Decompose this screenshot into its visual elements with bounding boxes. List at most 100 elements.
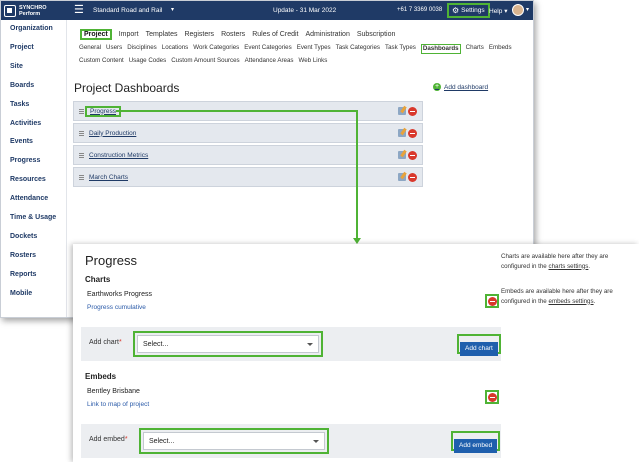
tab-rules-of-credit[interactable]: Rules of Credit [252,31,298,38]
gear-icon: ⚙ [452,6,460,15]
chevron-down-icon[interactable]: ▾ [171,6,174,13]
remove-chart-button[interactable] [485,294,499,308]
subtab-task-categories[interactable]: Task Categories [336,44,380,54]
chevron-down-icon: ▾ [504,8,508,15]
add-dashboard-link[interactable]: + Add dashboard [433,83,488,91]
dashboard-link-daily-production[interactable]: Daily Production [89,130,136,137]
add-chart-label-text: Add chart [89,339,119,346]
embeds-help-note: Embeds are available here after they are… [501,287,633,306]
embeds-settings-link[interactable]: embeds settings [549,298,594,305]
sidebar-item-reports[interactable]: Reports [10,271,36,278]
sidebar-item-attendance[interactable]: Attendance [10,195,48,202]
tab-import[interactable]: Import [119,31,139,38]
sidebar-item-progress[interactable]: Progress [10,157,40,164]
drag-handle-icon[interactable] [79,152,84,158]
callout-connector [356,110,358,240]
drag-handle-icon[interactable] [79,174,84,180]
charts-settings-link[interactable]: charts settings [549,263,589,270]
sidebar-item-time-usage[interactable]: Time & Usage [10,214,56,221]
dashboard-row: March Charts [73,167,423,187]
delete-icon[interactable] [408,129,417,138]
subtab-users[interactable]: Users [106,44,122,54]
chevron-down-icon[interactable]: ▾ [526,6,529,13]
dashboard-row: Daily Production [73,123,423,143]
hamburger-menu-icon[interactable]: ☰ [74,4,84,16]
edit-icon[interactable] [398,107,406,115]
page-title: Project Dashboards [74,81,180,95]
synchro-logo[interactable]: SYNCHRO Perform [4,3,47,18]
remove-embed-button[interactable] [485,390,499,404]
subtab-attendance-areas[interactable]: Attendance Areas [245,57,294,65]
help-menu[interactable]: Help ▾ [489,7,507,15]
sidebar-item-mobile[interactable]: Mobile [10,290,32,297]
sidebar-item-rosters[interactable]: Rosters [10,252,36,259]
required-marker: * [124,436,128,443]
delete-icon[interactable] [408,173,417,182]
tab-subscription[interactable]: Subscription [357,31,396,38]
dashboard-link-construction-metrics[interactable]: Construction Metrics [89,152,148,159]
edit-icon[interactable] [398,173,406,181]
subtab-usage-codes[interactable]: Usage Codes [129,57,167,65]
update-date: Update - 31 Mar 2022 [273,7,337,14]
main-nav: Project Import Templates Registers Roste… [80,27,402,41]
tab-project[interactable]: Project [80,28,112,40]
tab-administration[interactable]: Administration [305,31,349,38]
drag-handle-icon[interactable] [79,108,84,114]
settings-button[interactable]: ⚙ Settings [447,3,490,18]
add-chart-button[interactable]: Add chart [460,342,498,356]
subtab-task-types[interactable]: Task Types [385,44,416,54]
logo-text: SYNCHRO Perform [19,5,47,17]
delete-icon[interactable] [408,107,417,116]
logo-line-2: Perform [19,10,41,17]
subtab-custom-amount-sources[interactable]: Custom Amount Sources [171,57,239,65]
project-selector[interactable]: Standard Road and Rail [93,7,162,14]
sidebar-item-dockets[interactable]: Dockets [10,233,37,240]
sidebar-item-events[interactable]: Events [10,138,33,145]
add-dashboard-label: Add dashboard [444,83,489,91]
subtab-event-types[interactable]: Event Types [297,44,331,54]
sidebar-item-boards[interactable]: Boards [10,82,34,89]
subtab-custom-content[interactable]: Custom Content [79,57,124,65]
sidebar-item-site[interactable]: Site [10,63,23,70]
subtab-web-links[interactable]: Web Links [299,57,328,65]
sidebar-item-resources[interactable]: Resources [10,176,46,183]
add-embed-select[interactable]: Select... [143,432,325,450]
chart-item-link[interactable]: Progress cumulative [87,304,146,311]
subtab-event-categories[interactable]: Event Categories [244,44,291,54]
delete-icon[interactable] [408,151,417,160]
sidebar-item-organization[interactable]: Organization [10,25,53,32]
chevron-down-icon [307,343,313,346]
sidebar-item-activities[interactable]: Activities [10,120,41,127]
subtab-charts[interactable]: Charts [466,44,484,54]
charts-help-note: Charts are available here after they are… [501,252,633,271]
edit-icon[interactable] [398,129,406,137]
required-marker: * [118,339,122,346]
settings-label: Settings [461,7,485,14]
subtab-embeds[interactable]: Embeds [489,44,512,54]
add-chart-select[interactable]: Select... [137,335,319,353]
add-embed-button-highlight: Add embed [451,431,501,453]
subtab-work-categories[interactable]: Work Categories [193,44,239,54]
note-period: . [588,262,591,270]
dashboard-title: Progress [85,253,138,268]
avatar[interactable] [512,4,524,16]
drag-handle-icon[interactable] [79,130,84,136]
dashboard-row: Construction Metrics [73,145,423,165]
add-chart-select-value: Select... [143,341,169,348]
subtab-disciplines[interactable]: Disciplines [127,44,157,54]
dashboard-list: Progress Daily Production Construction M… [73,101,423,189]
tab-templates[interactable]: Templates [146,31,178,38]
edit-icon[interactable] [398,151,406,159]
subtab-general[interactable]: General [79,44,101,54]
add-embed-button[interactable]: Add embed [454,439,498,453]
tab-rosters[interactable]: Rosters [221,31,245,38]
sidebar-item-tasks[interactable]: Tasks [10,101,29,108]
note-period: . [593,297,596,305]
sidebar-item-project[interactable]: Project [10,44,34,51]
dashboard-link-march-charts[interactable]: March Charts [89,174,128,181]
subtab-locations[interactable]: Locations [162,44,189,54]
synchro-logo-icon [4,4,16,17]
subtab-dashboards[interactable]: Dashboards [420,44,461,54]
tab-registers[interactable]: Registers [184,31,214,38]
embed-item-link[interactable]: Link to map of project [87,401,149,408]
